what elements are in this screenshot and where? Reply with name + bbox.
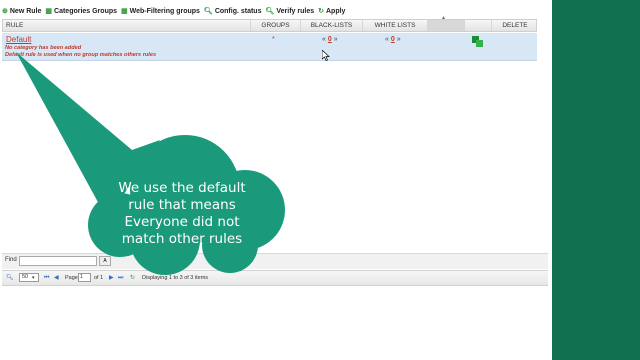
white-lists-prefix: « — [385, 36, 389, 43]
first-page-icon[interactable]: ⏮ — [44, 274, 49, 282]
apply-label: Apply — [326, 7, 346, 15]
page-number-input[interactable]: 1 — [78, 273, 91, 282]
page-size-select[interactable]: 50 — [19, 273, 39, 282]
apply-button[interactable]: ↻ Apply — [318, 8, 345, 15]
app-window: ⊕ New Rule ▦ Categories Groups ▦ Web-Fil… — [0, 0, 550, 360]
categories-groups-button[interactable]: ▦ Categories Groups — [45, 8, 117, 15]
find-input[interactable] — [19, 256, 97, 266]
column-header-sorted[interactable] — [428, 20, 465, 31]
column-header-black-lists[interactable]: BLACK-LISTS — [301, 20, 363, 31]
web-filtering-groups-button[interactable]: ▦ Web-Filtering groups — [121, 8, 200, 15]
last-page-icon[interactable]: ⏭ — [118, 274, 123, 282]
white-lists-cell: « 0 » — [385, 36, 401, 43]
add-icon: ⊕ — [2, 7, 8, 15]
black-lists-count-link[interactable]: 0 — [328, 36, 332, 43]
rule-name-link[interactable]: Default — [6, 35, 31, 44]
pager-status: Displaying 1 to 3 of 3 items — [142, 275, 209, 281]
callout-line-4: match other rules — [121, 231, 243, 247]
web-filtering-groups-label: Web-Filtering groups — [129, 7, 200, 15]
black-lists-prefix: « — [322, 36, 326, 43]
config-status-button[interactable]: 🔍︎ Config. status — [204, 8, 262, 15]
column-header-blank[interactable] — [465, 20, 492, 31]
rule-description-line2: Default rule is used when no group match… — [5, 52, 157, 58]
pager: 🔍︎ 50 ▾ ⏮ ◀ Page 1 of 1 ▶ ⏭ ↻ Displaying… — [2, 270, 548, 286]
table-row[interactable]: Default No category has been added Defau… — [2, 33, 537, 61]
filter-icon: ▦ — [121, 7, 128, 15]
white-lists-suffix: » — [396, 36, 401, 43]
grid-header: RULE GROUPS BLACK-LISTS WHITE LISTS DELE… — [2, 19, 537, 32]
categories-groups-label: Categories Groups — [54, 7, 118, 15]
mouse-cursor-icon — [322, 50, 330, 61]
find-bar: Find A — [2, 253, 548, 269]
next-page-icon[interactable]: ▶ — [109, 274, 114, 282]
verify-rules-button[interactable]: 🔍︎ Verify rules — [265, 8, 314, 15]
page-of-label: of 1 — [94, 275, 104, 281]
chevron-down-icon: ▾ — [32, 275, 35, 281]
column-header-groups[interactable]: GROUPS — [251, 20, 301, 31]
search-icon: 🔍︎ — [265, 7, 275, 15]
find-label: Find — [5, 257, 17, 263]
refresh-icon: ↻ — [318, 7, 324, 15]
config-status-label: Config. status — [214, 7, 262, 15]
new-rule-label: New Rule — [9, 7, 42, 15]
side-accent-strip — [552, 0, 640, 360]
toolbar: ⊕ New Rule ▦ Categories Groups ▦ Web-Fil… — [2, 4, 345, 18]
callout-text: We use the default rule that means Every… — [106, 180, 258, 248]
callout-line-3: Everyone did not — [124, 214, 240, 230]
column-header-white-lists[interactable]: WHITE LISTS — [363, 20, 428, 31]
black-lists-cell: « 0 » — [322, 36, 338, 43]
black-lists-suffix: » — [333, 36, 338, 43]
find-button[interactable]: A — [99, 256, 111, 266]
page-label: Page — [65, 275, 78, 281]
column-header-delete[interactable]: DELETE — [492, 20, 538, 31]
white-lists-count-link[interactable]: 0 — [391, 36, 395, 43]
refresh-icon[interactable]: ↻ — [130, 274, 135, 282]
column-header-rule[interactable]: RULE — [3, 20, 251, 31]
pager-search-icon[interactable]: 🔍︎ — [6, 274, 14, 282]
callout-line-1: We use the default — [118, 180, 246, 196]
prev-page-icon[interactable]: ◀ — [54, 274, 59, 282]
new-rule-button[interactable]: ⊕ New Rule — [2, 8, 41, 15]
rule-description-line1: No category has been added — [5, 45, 82, 51]
categories-icon: ▦ — [45, 7, 53, 15]
verify-rules-label: Verify rules — [276, 7, 315, 15]
search-icon: 🔍︎ — [203, 7, 213, 15]
callout-line-2: rule that means — [128, 197, 236, 213]
copy-rule-icon[interactable] — [472, 36, 484, 48]
groups-value: * — [272, 36, 275, 43]
